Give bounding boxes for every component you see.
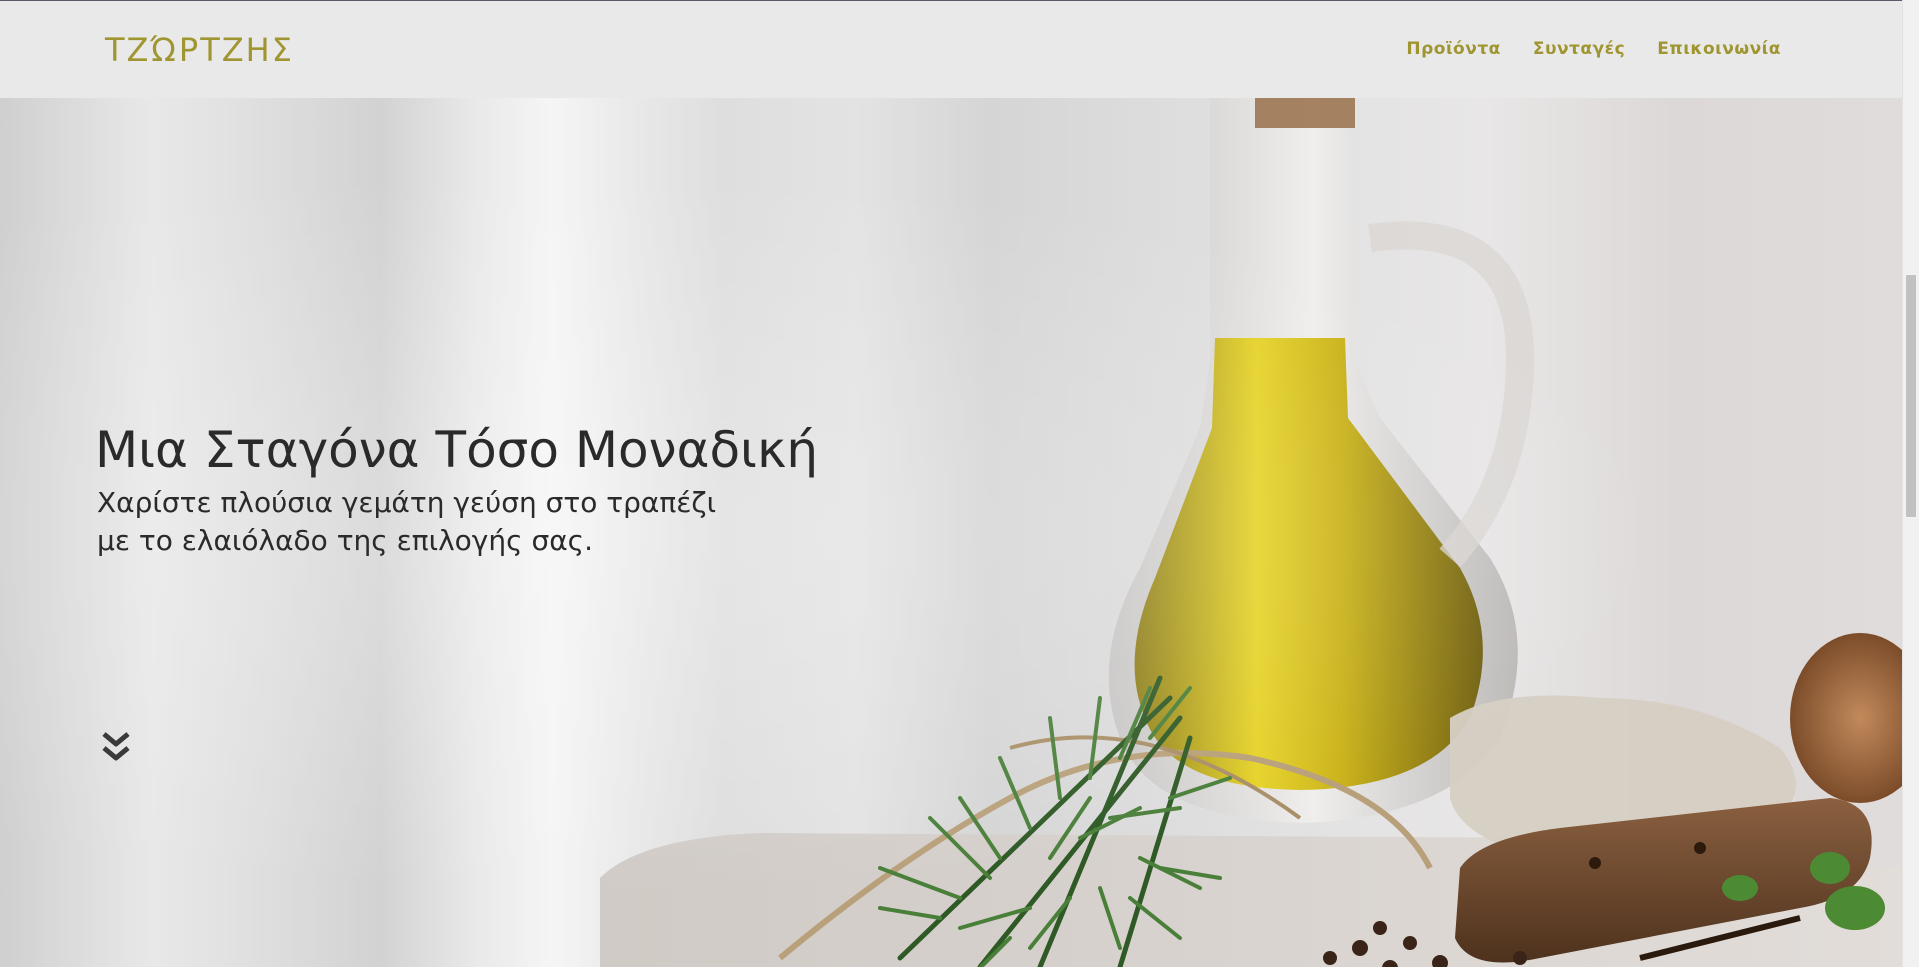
double-chevron-down-icon[interactable] (100, 730, 132, 766)
hero-title: Μια Σταγόνα Τόσο Μοναδική (95, 421, 819, 479)
nav-link-products[interactable]: Προϊόντα (1406, 39, 1501, 59)
site-header: ΤΖΏΡΤΖΗΣ Προϊόντα Συνταγές Επικοινωνία (0, 1, 1903, 98)
nav-link-contact[interactable]: Επικοινωνία (1657, 39, 1781, 59)
window-top-border (0, 0, 1919, 1)
nav-link-recipes[interactable]: Συνταγές (1533, 39, 1625, 59)
brand-logo-link[interactable]: ΤΖΏΡΤΖΗΣ (105, 31, 294, 69)
scrollbar-thumb[interactable] (1906, 275, 1916, 517)
main-nav: Προϊόντα Συνταγές Επικοινωνία (1406, 39, 1781, 59)
hero-subtitle-line-2: με το ελαιόλαδο της επιλογής σας. (97, 524, 593, 557)
hero-text-block: Μια Σταγόνα Τόσο Μοναδική Χαρίστε πλούσι… (95, 420, 818, 560)
hero-subtitle-line-1: Χαρίστε πλούσια γεμάτη γεύση στο τραπέζι (97, 486, 717, 519)
page-scrollbar[interactable] (1902, 0, 1919, 967)
page-viewport: ΤΖΏΡΤΖΗΣ Προϊόντα Συνταγές Επικοινωνία Μ… (0, 0, 1919, 967)
hero-subtitle: Χαρίστε πλούσια γεμάτη γεύση στο τραπέζι… (97, 484, 797, 560)
hero-section: Μια Σταγόνα Τόσο Μοναδική Χαρίστε πλούσι… (0, 98, 1903, 967)
